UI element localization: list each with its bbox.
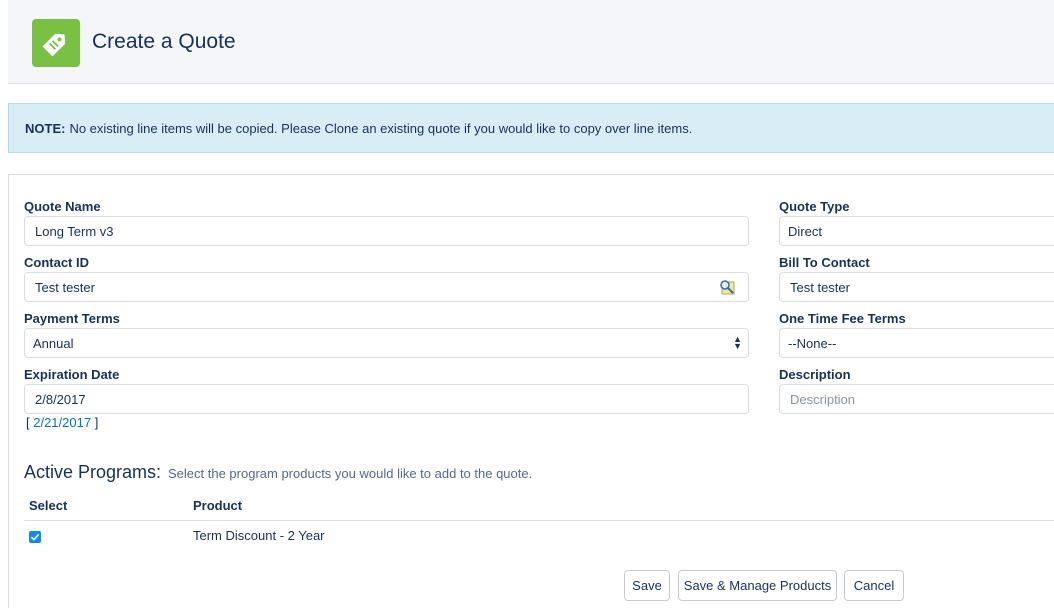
one-time-fee-terms-value: --None-- (788, 335, 837, 351)
payment-terms-select[interactable]: Annual ▲ ▼ (24, 328, 749, 358)
payment-terms-label: Payment Terms (24, 311, 120, 326)
active-programs-title: Active Programs: (24, 462, 162, 482)
page-title: Create a Quote (92, 30, 236, 53)
description-placeholder: Description (790, 391, 856, 407)
checkmark-icon (30, 533, 40, 541)
contact-id-value: Test tester (35, 279, 95, 295)
quote-type-label: Quote Type (779, 199, 850, 214)
one-time-fee-terms-select[interactable]: --None-- (779, 328, 1054, 358)
active-programs-subtitle: Select the program products you would li… (168, 466, 533, 481)
today-date-link-text[interactable]: 2/21/2017 (33, 415, 91, 430)
table-header-divider (24, 520, 1054, 521)
product-name: Term Discount - 2 Year (193, 528, 325, 543)
expiration-date-input[interactable]: 2/8/2017 (24, 384, 749, 414)
contact-id-label: Contact ID (24, 255, 89, 270)
lookup-icon[interactable] (718, 278, 736, 296)
description-input[interactable]: Description (779, 384, 1054, 414)
quote-type-value: Direct (788, 223, 822, 239)
contact-id-input[interactable]: Test tester (24, 272, 749, 302)
column-header-select: Select (29, 498, 68, 513)
one-time-fee-terms-label: One Time Fee Terms (779, 311, 906, 326)
quote-type-select[interactable]: Direct (779, 216, 1054, 246)
save-button[interactable]: Save (624, 570, 670, 601)
expiration-date-label: Expiration Date (24, 367, 120, 382)
info-note: NOTE: No existing line items will be cop… (8, 103, 1054, 153)
quote-name-label: Quote Name (24, 199, 101, 214)
expiration-date-value: 2/8/2017 (35, 391, 86, 407)
column-header-product: Product (193, 498, 243, 513)
description-label: Description (779, 367, 851, 382)
today-date-link[interactable]: [ 2/21/2017 ] (26, 415, 98, 430)
page-header: Create a Quote (8, 0, 1054, 84)
quote-name-value: Long Term v3 (35, 223, 114, 239)
quote-name-input[interactable]: Long Term v3 (24, 216, 749, 246)
note-text: No existing line items will be copied. P… (69, 120, 693, 136)
bill-to-contact-input[interactable]: Test tester (779, 272, 1054, 302)
cancel-button[interactable]: Cancel (844, 570, 904, 601)
tag-icon (32, 19, 80, 67)
select-arrows-icon: ▲ ▼ (733, 334, 742, 351)
bill-to-contact-value: Test tester (790, 279, 850, 295)
bill-to-contact-label: Bill To Contact (779, 255, 870, 270)
save-manage-products-button[interactable]: Save & Manage Products (678, 570, 837, 601)
payment-terms-value: Annual (33, 335, 74, 351)
select-checkbox[interactable] (29, 531, 41, 543)
note-prefix: NOTE: (25, 120, 66, 136)
